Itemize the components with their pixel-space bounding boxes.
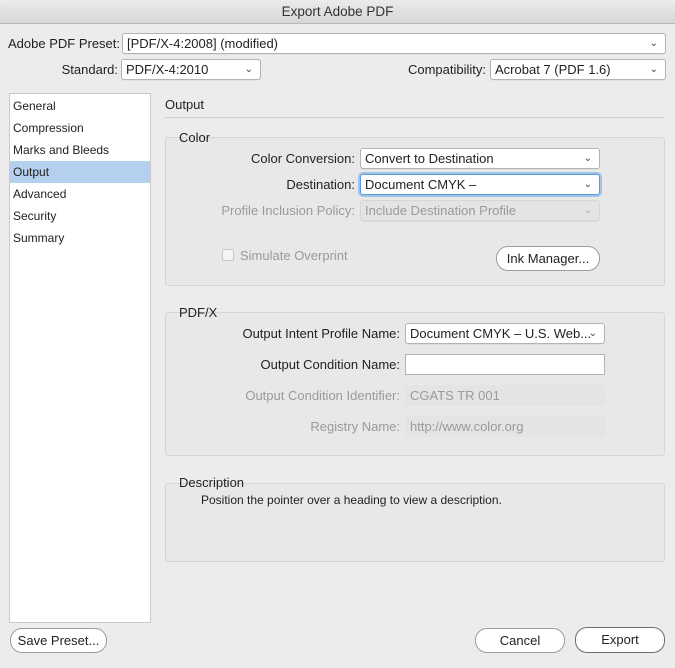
color-conversion-value: Convert to Destination	[365, 151, 494, 166]
sidebar-item-summary[interactable]: Summary	[10, 227, 150, 249]
registry-name-field[interactable]: http://www.color.org	[405, 416, 605, 437]
output-condition-name-label: Output Condition Name:	[260, 357, 400, 372]
chevron-down-icon: ⌄	[244, 64, 253, 75]
chevron-down-icon: ⌄	[583, 179, 592, 190]
ink-manager-button[interactable]: Ink Manager...	[496, 246, 600, 271]
standard-value: PDF/X-4:2010	[126, 62, 209, 77]
chevron-down-icon: ⌄	[588, 328, 597, 339]
sidebar-item-compression[interactable]: Compression	[10, 117, 150, 139]
chevron-down-icon: ⌄	[649, 38, 658, 49]
color-conversion-select[interactable]: Convert to Destination ⌄	[360, 148, 600, 169]
divider	[165, 117, 665, 118]
window-title: Export Adobe PDF	[0, 0, 675, 24]
preset-select[interactable]: [PDF/X-4:2008] (modified) ⌄	[122, 33, 666, 54]
registry-name-label: Registry Name:	[310, 419, 400, 434]
output-condition-name-field[interactable]	[405, 354, 605, 375]
export-button[interactable]: Export	[575, 627, 665, 653]
output-condition-identifier-field[interactable]: CGATS TR 001	[405, 385, 605, 406]
description-title: Description	[179, 475, 245, 490]
compatibility-value: Acrobat 7 (PDF 1.6)	[495, 62, 611, 77]
preset-label: Adobe PDF Preset:	[8, 36, 120, 51]
sidebar-item-output[interactable]: Output	[10, 161, 150, 183]
profile-inclusion-value: Include Destination Profile	[365, 203, 517, 218]
save-preset-button[interactable]: Save Preset...	[10, 628, 107, 653]
chevron-down-icon: ⌄	[583, 153, 592, 164]
simulate-overprint-checkbox[interactable]	[222, 249, 234, 261]
page-title: Output	[165, 97, 205, 112]
destination-label: Destination:	[286, 177, 355, 192]
output-intent-value: Document CMYK – U.S. Web...	[410, 326, 592, 341]
color-group-title: Color	[179, 130, 211, 145]
cancel-button[interactable]: Cancel	[475, 628, 565, 653]
preset-value: [PDF/X-4:2008] (modified)	[127, 36, 279, 51]
description-text: Position the pointer over a heading to v…	[201, 493, 502, 507]
destination-value: Document CMYK –	[365, 177, 477, 192]
sidebar: General Compression Marks and Bleeds Out…	[9, 93, 151, 623]
chevron-down-icon: ⌄	[649, 64, 658, 75]
sidebar-item-security[interactable]: Security	[10, 205, 150, 227]
output-condition-identifier-label: Output Condition Identifier:	[245, 388, 400, 403]
compatibility-label: Compatibility:	[407, 62, 486, 77]
chevron-down-icon: ⌄	[583, 205, 592, 216]
standard-label: Standard:	[61, 62, 118, 77]
profile-inclusion-select[interactable]: Include Destination Profile ⌄	[360, 200, 600, 221]
sidebar-item-general[interactable]: General	[10, 95, 150, 117]
output-intent-select[interactable]: Document CMYK – U.S. Web... ⌄	[405, 323, 605, 344]
color-conversion-label: Color Conversion:	[250, 151, 355, 166]
compatibility-select[interactable]: Acrobat 7 (PDF 1.6) ⌄	[490, 59, 666, 80]
destination-select[interactable]: Document CMYK – ⌄	[360, 174, 600, 195]
sidebar-item-advanced[interactable]: Advanced	[10, 183, 150, 205]
pdfx-group-title: PDF/X	[179, 305, 218, 320]
profile-inclusion-label: Profile Inclusion Policy:	[221, 203, 355, 218]
standard-select[interactable]: PDF/X-4:2010 ⌄	[121, 59, 261, 80]
simulate-overprint-label: Simulate Overprint	[240, 248, 348, 263]
sidebar-item-marks-and-bleeds[interactable]: Marks and Bleeds	[10, 139, 150, 161]
output-intent-label: Output Intent Profile Name:	[242, 326, 400, 341]
